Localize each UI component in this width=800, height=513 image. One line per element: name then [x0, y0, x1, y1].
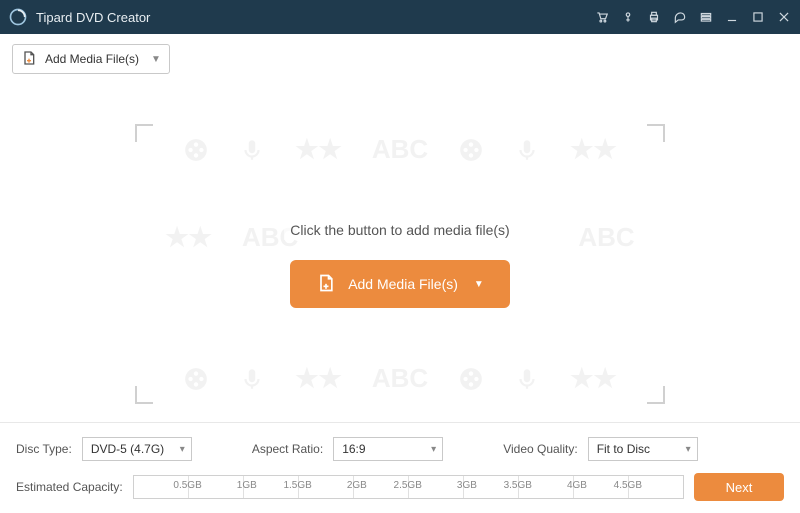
add-media-label: Add Media File(s) [348, 276, 458, 292]
microphone-icon [514, 366, 540, 392]
chevron-down-icon: ▼ [474, 279, 484, 290]
microphone-icon [239, 137, 265, 163]
register-icon[interactable] [620, 9, 636, 25]
ruler-tick: 1.5GB [244, 476, 299, 498]
add-media-label: Add Media File(s) [45, 52, 139, 66]
film-reel-icon [458, 366, 484, 392]
stars-icon: ★★ [295, 134, 342, 165]
next-button[interactable]: Next [694, 473, 784, 501]
ghost-text: ABC [578, 222, 634, 253]
ghost-decoration: ★★ ABC ★★ [183, 363, 617, 394]
microphone-icon [239, 366, 265, 392]
corner-marker [647, 124, 665, 142]
dropzone-prompt: Click the button to add media file(s) [284, 220, 515, 240]
minimize-icon[interactable] [724, 9, 740, 25]
ruler-tick: 0.5GB [134, 476, 189, 498]
ruler-tick: 2.5GB [354, 476, 409, 498]
ruler-tick: 3GB [409, 476, 464, 498]
film-reel-icon [183, 137, 209, 163]
stars-icon: ★★ [165, 222, 212, 253]
aspect-ratio-label: Aspect Ratio: [252, 442, 323, 456]
toolbar: Add Media File(s) ▼ [0, 34, 800, 84]
disc-type-select[interactable]: DVD-5 (4.7G) [82, 437, 192, 461]
footer: Disc Type: DVD-5 (4.7G) Aspect Ratio: 16… [0, 422, 800, 513]
ruler-tick: 4GB [519, 476, 574, 498]
app-logo-icon [8, 7, 28, 27]
footer-capacity: Estimated Capacity: 0.5GB1GB1.5GB2GB2.5G… [16, 473, 784, 501]
aspect-ratio-select[interactable]: 16:9 [333, 437, 443, 461]
capacity-ruler: 0.5GB1GB1.5GB2GB2.5GB3GB3.5GB4GB4.5GB [133, 475, 684, 499]
add-file-icon [316, 273, 336, 296]
chevron-down-icon: ▼ [151, 54, 161, 65]
corner-marker [135, 386, 153, 404]
add-file-icon [21, 50, 37, 69]
footer-options: Disc Type: DVD-5 (4.7G) Aspect Ratio: 16… [16, 437, 784, 461]
ghost-decoration: ★★ ABC ★★ [183, 134, 617, 165]
ruler-tick: 3.5GB [464, 476, 519, 498]
main-content: ★★ ABC ★★ ★★ ABC ABC ★★ ABC ★★ Click the… [0, 84, 800, 444]
ghost-text: ABC [372, 134, 428, 165]
maximize-icon[interactable] [750, 9, 766, 25]
help-icon[interactable] [672, 9, 688, 25]
capacity-label: Estimated Capacity: [16, 480, 123, 494]
corner-marker [647, 386, 665, 404]
add-media-button-main[interactable]: Add Media File(s) ▼ [290, 260, 510, 308]
video-quality-value: Fit to Disc [597, 442, 650, 456]
disc-type-label: Disc Type: [16, 442, 72, 456]
ghost-text: ABC [372, 363, 428, 394]
ruler-tick: 1GB [189, 476, 244, 498]
cart-icon[interactable] [594, 9, 610, 25]
close-icon[interactable] [776, 9, 792, 25]
video-quality-label: Video Quality: [503, 442, 578, 456]
ruler-tick: 2GB [299, 476, 354, 498]
stars-icon: ★★ [570, 363, 617, 394]
film-reel-icon [183, 366, 209, 392]
app-title: Tipard DVD Creator [36, 10, 594, 25]
disc-type-value: DVD-5 (4.7G) [91, 442, 164, 456]
menu-icon[interactable] [698, 9, 714, 25]
stars-icon: ★★ [570, 134, 617, 165]
print-icon[interactable] [646, 9, 662, 25]
film-reel-icon [458, 137, 484, 163]
ruler-tick [629, 476, 683, 498]
dropzone[interactable]: ★★ ABC ★★ ★★ ABC ABC ★★ ABC ★★ Click the… [175, 154, 625, 374]
microphone-icon [514, 137, 540, 163]
stars-icon: ★★ [295, 363, 342, 394]
titlebar-actions [594, 9, 792, 25]
ruler-tick: 4.5GB [574, 476, 629, 498]
video-quality-select[interactable]: Fit to Disc [588, 437, 698, 461]
titlebar: Tipard DVD Creator [0, 0, 800, 34]
add-media-button-toolbar[interactable]: Add Media File(s) ▼ [12, 44, 170, 74]
aspect-ratio-value: 16:9 [342, 442, 365, 456]
corner-marker [135, 124, 153, 142]
